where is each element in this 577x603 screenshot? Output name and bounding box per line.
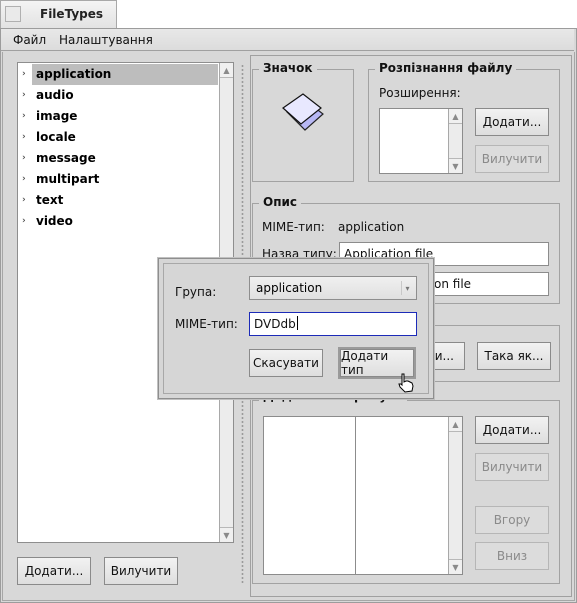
mime-type-input-value: DVDdb [254, 317, 296, 331]
remove-mime-type-button[interactable]: Вилучити [104, 557, 178, 585]
tree-item-video[interactable]: › video [18, 211, 218, 232]
remove-extension-button[interactable]: Вилучити [475, 145, 549, 173]
chevron-right-icon[interactable]: › [22, 85, 32, 106]
chevron-right-icon[interactable]: › [22, 64, 32, 85]
tree-item-label: multipart [36, 172, 100, 186]
chevron-right-icon[interactable]: › [22, 148, 32, 169]
file-recognition-title: Розпізнання файлу [375, 61, 517, 75]
chevron-right-icon[interactable]: › [22, 127, 32, 148]
window-title: FileTypes [40, 7, 104, 21]
tree-item-audio[interactable]: › audio [18, 85, 218, 106]
tree-item-text[interactable]: › text [18, 190, 218, 211]
move-up-button[interactable]: Вгору [475, 506, 549, 534]
column-divider[interactable] [355, 417, 356, 574]
tree-item-image[interactable]: › image [18, 106, 218, 127]
chevron-right-icon[interactable]: › [22, 169, 32, 190]
tree-item-locale[interactable]: › locale [18, 127, 218, 148]
tree-item-label: text [36, 193, 64, 207]
group-combobox-value: application [256, 281, 323, 295]
scroll-down-icon[interactable]: ▼ [220, 527, 233, 542]
cancel-button[interactable]: Скасувати [249, 349, 323, 377]
mime-type-label: MIME-тип: [262, 220, 325, 234]
remove-attribute-button[interactable]: Вилучити [475, 453, 549, 481]
icon-group: Значок [252, 61, 354, 182]
extensions-scrollbar[interactable]: ▲ ▼ [448, 109, 462, 173]
extensions-list[interactable]: ▲ ▼ [379, 108, 463, 174]
add-extension-button[interactable]: Додати... [475, 108, 549, 136]
window-menu-checkbox[interactable] [5, 6, 21, 22]
attributes-scrollbar[interactable]: ▲ ▼ [448, 417, 462, 574]
tree-item-message[interactable]: › message [18, 148, 218, 169]
same-as-button[interactable]: Така як... [477, 342, 551, 370]
tree-item-label: video [36, 214, 73, 228]
text-caret [296, 316, 298, 330]
tree-item-label: application [32, 64, 218, 85]
scroll-up-icon[interactable]: ▲ [449, 417, 462, 432]
add-mime-type-button[interactable]: Додати... [17, 557, 91, 585]
window-title-tab[interactable]: FileTypes [0, 0, 117, 29]
add-type-dialog: Група: application ▾ MIME-тип: DVDdb Ска… [158, 258, 434, 399]
extensions-label: Розширення: [379, 86, 461, 100]
scroll-up-icon[interactable]: ▲ [220, 63, 233, 78]
scroll-down-icon[interactable]: ▼ [449, 158, 462, 173]
generic-file-icon[interactable] [279, 90, 331, 138]
dropdown-arrow-icon[interactable]: ▾ [401, 281, 413, 295]
chevron-right-icon[interactable]: › [22, 106, 32, 127]
menu-settings[interactable]: Налаштування [59, 33, 153, 47]
chevron-right-icon[interactable]: › [22, 190, 32, 211]
file-recognition-group: Розпізнання файлу Розширення: ▲ ▼ Додати… [368, 61, 560, 182]
mime-type-value: application [338, 220, 405, 234]
dialog-mime-label: MIME-тип: [175, 317, 238, 331]
tree-item-application[interactable]: › application [18, 64, 218, 85]
tree-item-label: locale [36, 130, 76, 144]
tree-item-label: message [36, 151, 96, 165]
scroll-down-icon[interactable]: ▼ [449, 559, 462, 574]
description-group-title: Опис [259, 195, 302, 209]
tree-item-multipart[interactable]: › multipart [18, 169, 218, 190]
group-label: Група: [175, 285, 217, 299]
icon-group-title: Значок [259, 61, 317, 75]
tree-item-label: image [36, 109, 78, 123]
tree-item-label: audio [36, 88, 74, 102]
chevron-right-icon[interactable]: › [22, 211, 32, 232]
move-down-button[interactable]: Вниз [475, 542, 549, 570]
extra-attributes-group: Додаткові атрибути ▲ ▼ Додати... Вилучит… [252, 389, 560, 584]
menubar: Файл Налаштування [1, 29, 574, 51]
group-combobox[interactable]: application ▾ [249, 276, 417, 300]
hand-cursor-icon [396, 372, 416, 394]
scroll-up-icon[interactable]: ▲ [449, 109, 462, 124]
mime-type-input[interactable]: DVDdb [249, 312, 417, 336]
add-attribute-button[interactable]: Додати... [475, 416, 549, 444]
attributes-table[interactable]: ▲ ▼ [263, 416, 463, 575]
menu-file[interactable]: Файл [13, 33, 46, 47]
